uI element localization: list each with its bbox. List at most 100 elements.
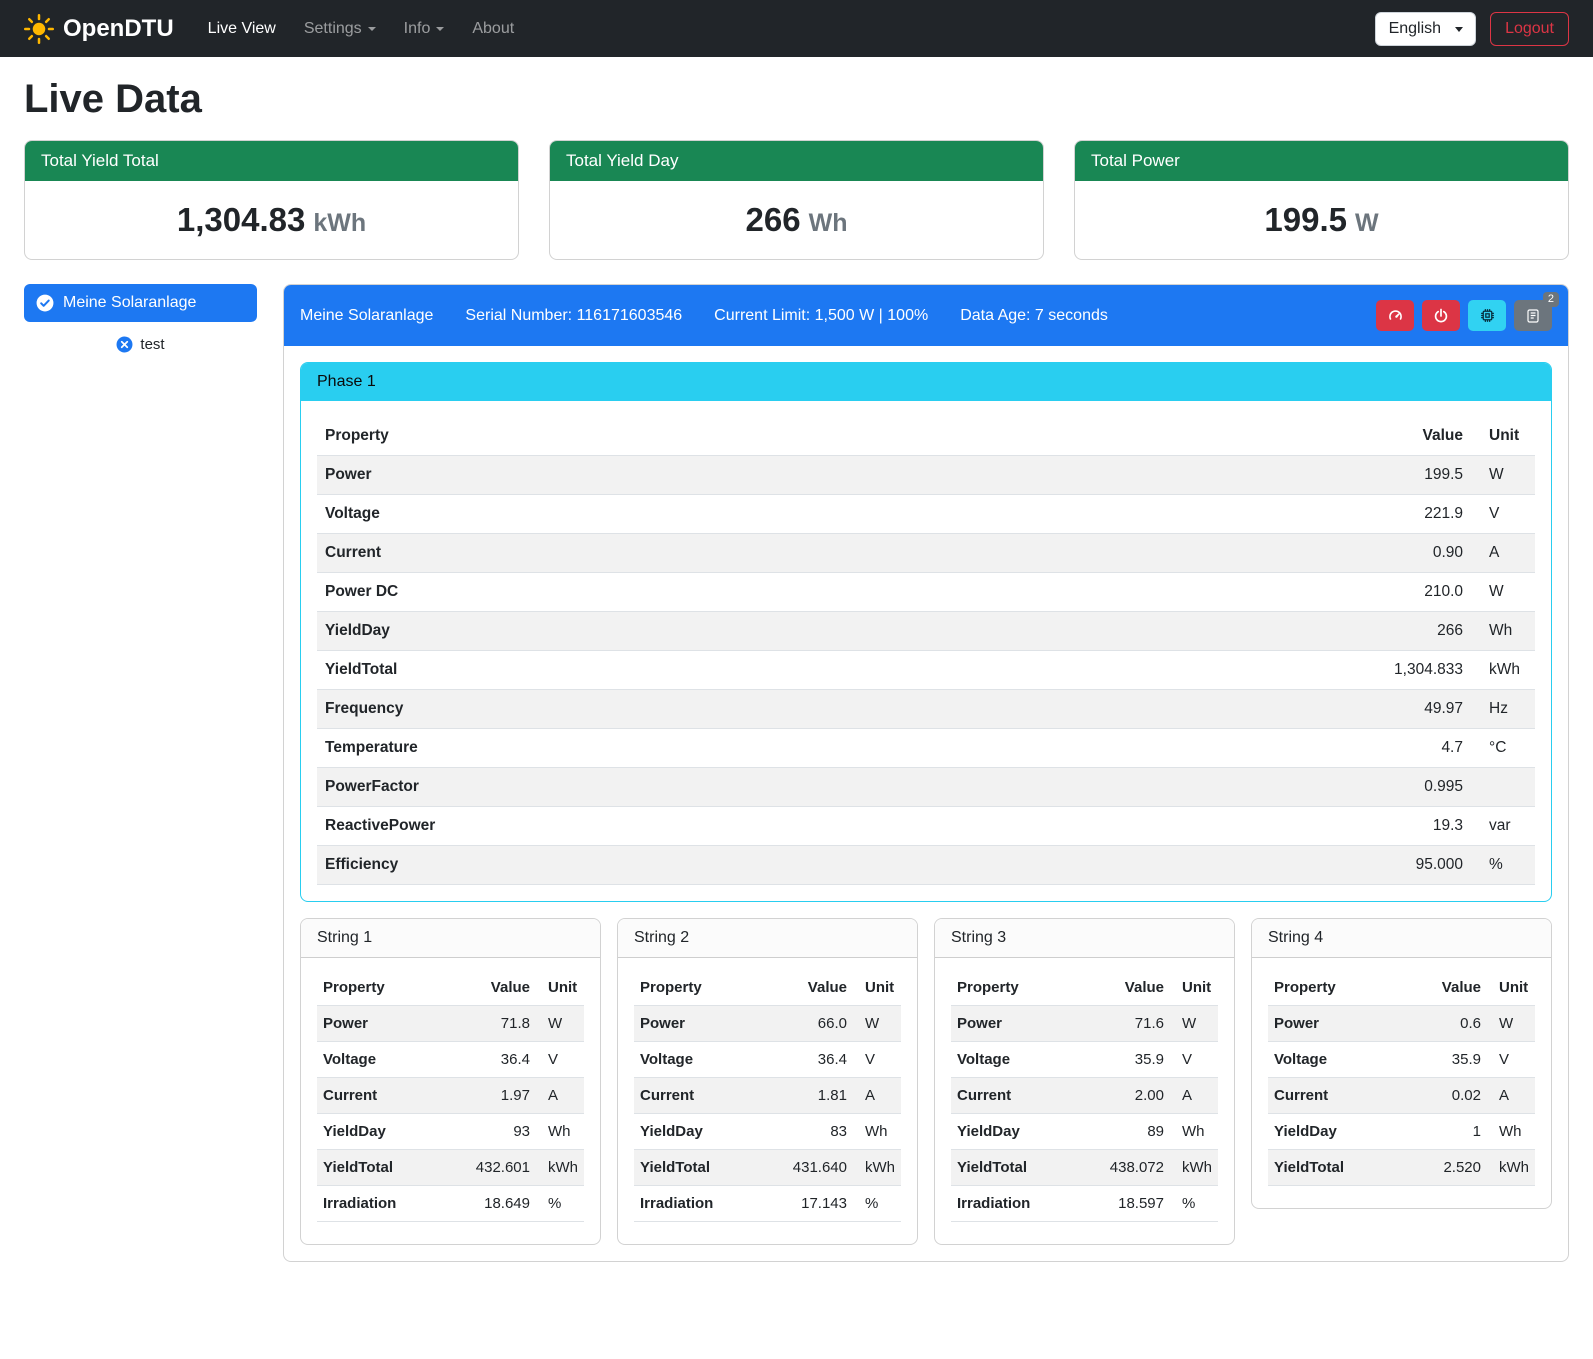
string-card-4: String 4 Property Value Unit Power0.6WVo… bbox=[1251, 918, 1552, 1209]
property-cell: YieldDay bbox=[317, 1114, 464, 1150]
unit-cell: Wh bbox=[536, 1114, 584, 1150]
string-card-2: String 2 Property Value Unit Power66.0WV… bbox=[617, 918, 918, 1245]
table-row: Current2.00A bbox=[951, 1078, 1218, 1114]
property-cell: PowerFactor bbox=[317, 768, 1351, 807]
unit-cell: kWh bbox=[1471, 651, 1535, 690]
table-row: Power71.6W bbox=[951, 1006, 1218, 1042]
table-row: Current0.90A bbox=[317, 534, 1535, 573]
nav-item-about[interactable]: About bbox=[458, 12, 528, 46]
event-log-button[interactable]: 2 bbox=[1514, 300, 1552, 331]
property-cell: Voltage bbox=[951, 1042, 1098, 1078]
unit-cell: W bbox=[853, 1006, 901, 1042]
nav-item-live-view[interactable]: Live View bbox=[194, 12, 290, 46]
property-cell: Power bbox=[317, 1006, 464, 1042]
language-select[interactable]: English bbox=[1375, 12, 1476, 46]
summary-card-title: Total Power bbox=[1075, 141, 1568, 181]
property-cell: YieldDay bbox=[951, 1114, 1098, 1150]
table-row: Current1.97A bbox=[317, 1078, 584, 1114]
nav-item-settings[interactable]: Settings bbox=[290, 12, 390, 46]
table-row: Current0.02A bbox=[1268, 1078, 1535, 1114]
property-cell: ReactivePower bbox=[317, 807, 1351, 846]
power-button[interactable] bbox=[1422, 300, 1460, 331]
string-card-body: Property Value Unit Power66.0WVoltage36.… bbox=[618, 958, 917, 1244]
summary-card-body: 199.5W bbox=[1075, 181, 1568, 259]
property-cell: YieldDay bbox=[317, 612, 1351, 651]
column-value: Value bbox=[1098, 970, 1170, 1006]
summary-card-total-yield-day: Total Yield Day 266Wh bbox=[549, 140, 1044, 260]
unit-cell: % bbox=[1170, 1186, 1218, 1222]
string-table: Property Value Unit Power66.0WVoltage36.… bbox=[634, 970, 901, 1222]
property-cell: Power bbox=[951, 1006, 1098, 1042]
strings-row: String 1 Property Value Unit Power71.8WV… bbox=[300, 918, 1552, 1245]
summary-card-value: 266 bbox=[746, 201, 801, 238]
inverter-actions: 2 bbox=[1376, 300, 1552, 331]
column-unit: Unit bbox=[853, 970, 901, 1006]
device-info-button[interactable] bbox=[1468, 300, 1506, 331]
property-cell: YieldTotal bbox=[317, 1150, 464, 1186]
gauge-icon bbox=[1387, 307, 1404, 324]
main-content: Meine Solaranlage test Meine Solaranlage… bbox=[0, 260, 1593, 1286]
unit-cell: Wh bbox=[1170, 1114, 1218, 1150]
property-cell: YieldDay bbox=[634, 1114, 781, 1150]
column-unit: Unit bbox=[1487, 970, 1535, 1006]
table-row: Irradiation18.597% bbox=[951, 1186, 1218, 1222]
property-cell: Current bbox=[951, 1078, 1098, 1114]
nav-links: Live View Settings Info About bbox=[194, 12, 529, 46]
value-cell: 71.6 bbox=[1098, 1006, 1170, 1042]
value-cell: 438.072 bbox=[1098, 1150, 1170, 1186]
property-cell: Current bbox=[317, 1078, 464, 1114]
value-cell: 71.8 bbox=[464, 1006, 536, 1042]
chevron-down-icon bbox=[368, 27, 376, 31]
string-card-1: String 1 Property Value Unit Power71.8WV… bbox=[300, 918, 601, 1245]
inverter-current-limit: Current Limit: 1,500 W | 100% bbox=[714, 307, 928, 325]
value-cell: 431.640 bbox=[781, 1150, 853, 1186]
value-cell: 1.81 bbox=[781, 1078, 853, 1114]
value-cell: 49.97 bbox=[1351, 690, 1471, 729]
string-table: Property Value Unit Power71.6WVoltage35.… bbox=[951, 970, 1218, 1222]
inverter-data-age: Data Age: 7 seconds bbox=[960, 307, 1108, 325]
unit-cell: var bbox=[1471, 807, 1535, 846]
nav-item-info[interactable]: Info bbox=[390, 12, 459, 46]
table-row: Temperature4.7°C bbox=[317, 729, 1535, 768]
unit-cell: A bbox=[536, 1078, 584, 1114]
unit-cell bbox=[1471, 768, 1535, 807]
inverter-select-label: Meine Solaranlage bbox=[63, 294, 196, 312]
unit-cell: V bbox=[1487, 1042, 1535, 1078]
property-cell: Power bbox=[1268, 1006, 1415, 1042]
table-header-row: Property Value Unit bbox=[317, 417, 1535, 456]
value-cell: 221.9 bbox=[1351, 495, 1471, 534]
inverter-item-test[interactable]: test bbox=[24, 336, 257, 353]
chevron-down-icon bbox=[1455, 27, 1463, 32]
table-row: Frequency49.97Hz bbox=[317, 690, 1535, 729]
table-row: Efficiency95.000% bbox=[317, 846, 1535, 885]
chevron-down-icon bbox=[436, 27, 444, 31]
unit-cell: kWh bbox=[536, 1150, 584, 1186]
logout-button[interactable]: Logout bbox=[1490, 12, 1569, 46]
column-property: Property bbox=[951, 970, 1098, 1006]
property-cell: Voltage bbox=[317, 495, 1351, 534]
property-cell: YieldTotal bbox=[951, 1150, 1098, 1186]
x-circle-icon bbox=[116, 336, 133, 353]
table-row: YieldTotal438.072kWh bbox=[951, 1150, 1218, 1186]
inverter-select-button[interactable]: Meine Solaranlage bbox=[24, 284, 257, 322]
summary-card-title: Total Yield Day bbox=[550, 141, 1043, 181]
string-card-title: String 3 bbox=[935, 919, 1234, 958]
language-select-value: English bbox=[1389, 20, 1441, 37]
unit-cell: W bbox=[1170, 1006, 1218, 1042]
value-cell: 83 bbox=[781, 1114, 853, 1150]
summary-card-total-power: Total Power 199.5W bbox=[1074, 140, 1569, 260]
column-unit: Unit bbox=[1471, 417, 1535, 456]
unit-cell: Wh bbox=[1471, 612, 1535, 651]
summary-card-total-yield-total: Total Yield Total 1,304.83kWh bbox=[24, 140, 519, 260]
property-cell: Frequency bbox=[317, 690, 1351, 729]
value-cell: 0.6 bbox=[1415, 1006, 1487, 1042]
table-row: ReactivePower19.3var bbox=[317, 807, 1535, 846]
unit-cell: W bbox=[1487, 1006, 1535, 1042]
inverter-selector-sidebar: Meine Solaranlage test bbox=[24, 284, 257, 353]
inverter-name: Meine Solaranlage bbox=[300, 307, 433, 325]
column-value: Value bbox=[781, 970, 853, 1006]
limit-settings-button[interactable] bbox=[1376, 300, 1414, 331]
value-cell: 66.0 bbox=[781, 1006, 853, 1042]
table-row: Voltage221.9V bbox=[317, 495, 1535, 534]
unit-cell: V bbox=[853, 1042, 901, 1078]
